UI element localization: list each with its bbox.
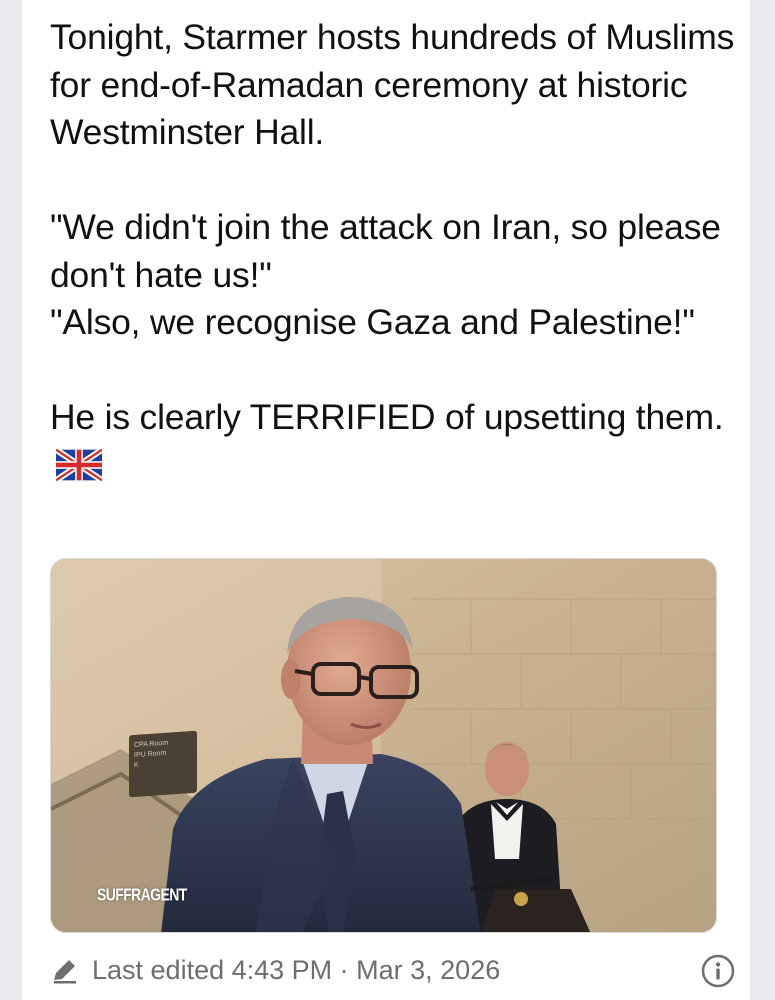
info-icon[interactable] <box>701 954 735 988</box>
edit-history-row[interactable]: Last edited 4:43 PM · Mar 3, 2026 <box>50 948 740 992</box>
video-watermark: SUFFRAGENT <box>97 884 187 904</box>
last-edited-label: Last edited 4:43 PM · Mar 3, 2026 <box>92 954 501 985</box>
post-body: Tonight, Starmer hosts hundreds of Musli… <box>50 14 740 489</box>
room-sign: CPA Room IPU Room K <box>129 730 197 798</box>
post-quote-1: "We didn't join the attack on Iran, so p… <box>50 207 721 295</box>
post-paragraph-3-text: He is clearly TERRIFIED of upsetting the… <box>50 397 724 437</box>
post-video-thumbnail[interactable]: CPA Room IPU Room K SUFFRAGENT <box>50 558 717 933</box>
post-paragraph-3: He is clearly TERRIFIED of upsetting the… <box>50 394 740 489</box>
pencil-icon <box>54 960 76 984</box>
post-quote-2: "Also, we recognise Gaza and Palestine!" <box>50 302 695 342</box>
post-card: Tonight, Starmer hosts hundreds of Musli… <box>22 0 750 1000</box>
uk-flag-icon <box>56 448 102 481</box>
post-paragraph-1: Tonight, Starmer hosts hundreds of Musli… <box>50 17 735 152</box>
